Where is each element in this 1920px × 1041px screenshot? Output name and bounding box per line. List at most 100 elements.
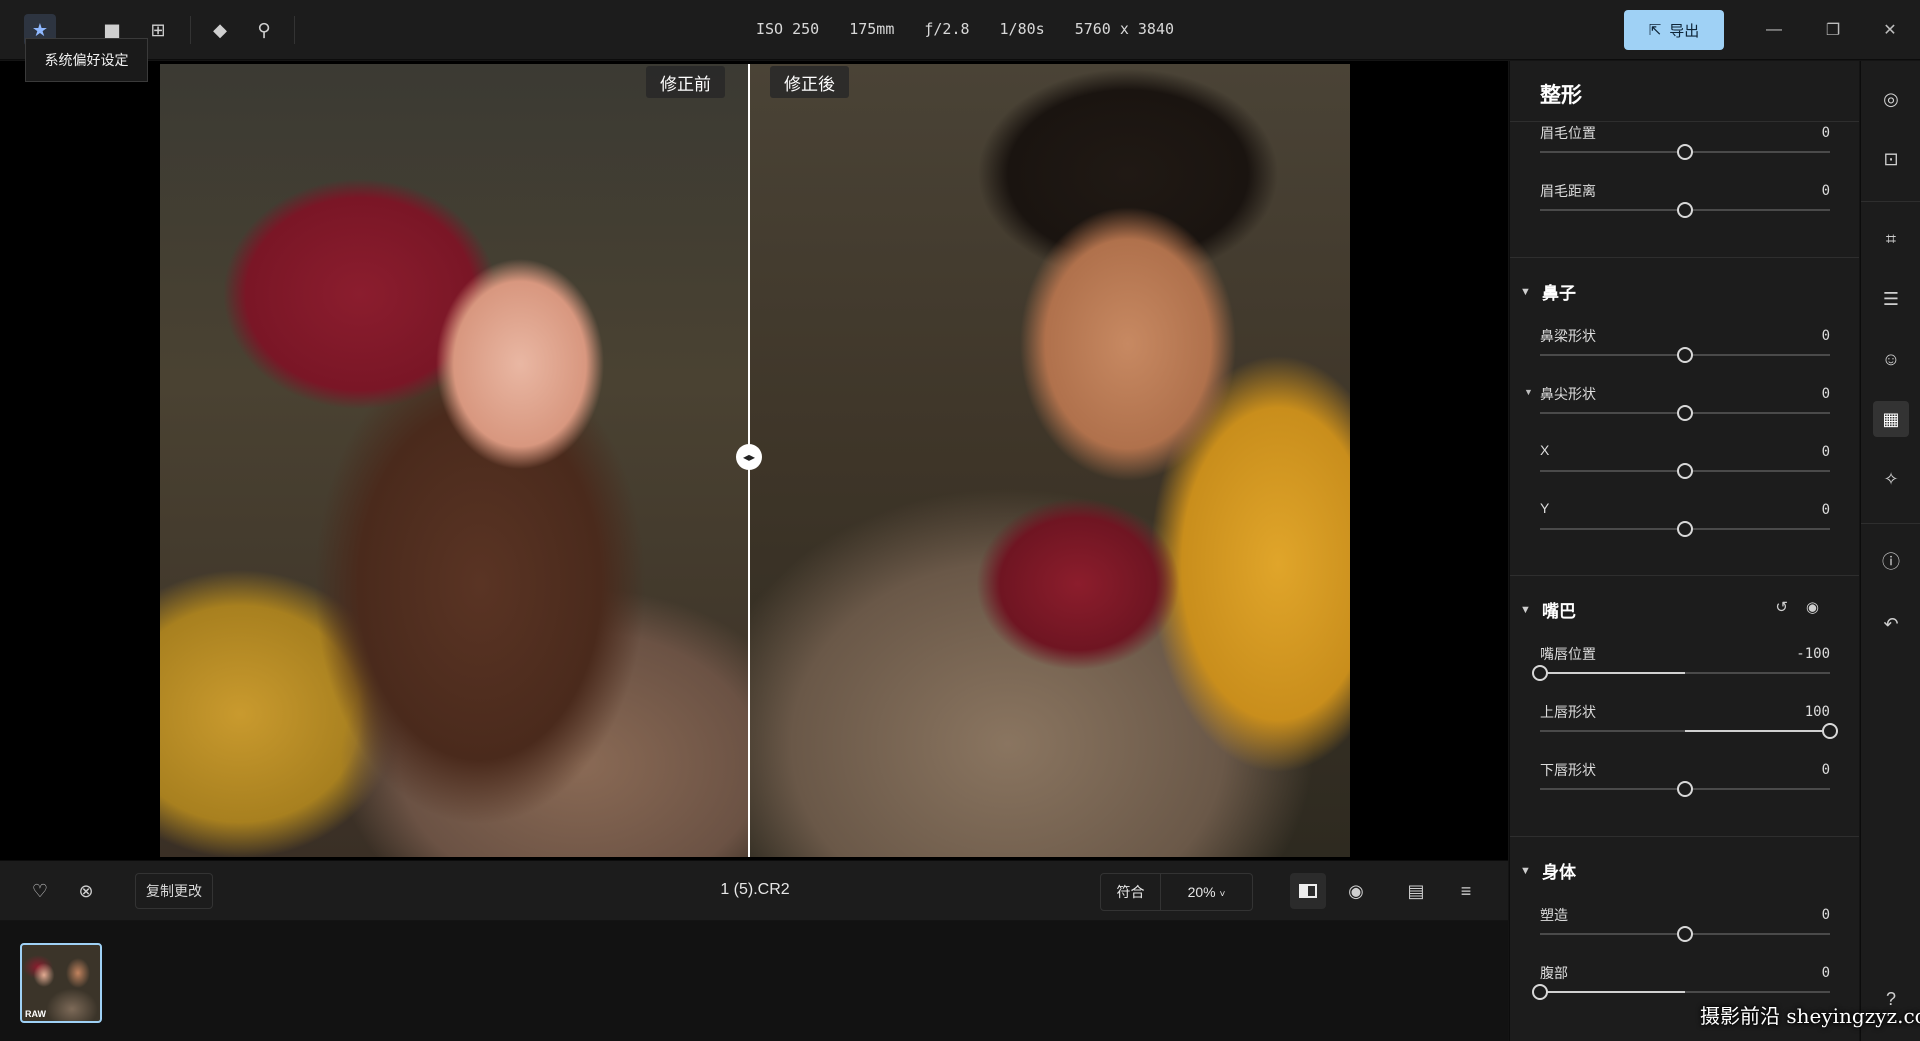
toolbar-divider — [294, 16, 295, 44]
panel-divider — [1510, 257, 1859, 258]
slider-value: 100 — [1804, 704, 1830, 720]
export-button[interactable]: ⇱ 导出 — [1624, 10, 1724, 50]
slider-knob[interactable] — [1532, 984, 1548, 1000]
eraser-icon[interactable]: ◆ — [204, 14, 236, 46]
slider-nose-bridge[interactable]: 鼻梁形状 0 — [1540, 326, 1830, 378]
slider-knob[interactable] — [1677, 781, 1693, 797]
bottom-toolbar: ♡ ⊗ 复制更改 1 (5).CR2 符合 20% ˅ ◉ ▤ ≡ — [0, 860, 1508, 920]
minimize-icon[interactable]: — — [1756, 14, 1792, 46]
after-image — [748, 64, 1350, 857]
slider-knob[interactable] — [1677, 405, 1693, 421]
reshape-grid-icon[interactable]: ▦ — [1873, 401, 1909, 437]
thumbnail[interactable]: RAW — [20, 943, 102, 1023]
reset-icon[interactable]: ↺ — [1775, 598, 1788, 616]
slider-knob[interactable] — [1677, 202, 1693, 218]
caret-down-icon: ▼ — [1520, 864, 1531, 877]
slider-label: 上唇形状 — [1540, 704, 1596, 720]
section-title: 鼻子 — [1542, 284, 1576, 303]
filmstrip-icon[interactable]: ▤ — [1400, 875, 1432, 907]
exif-focal-length: 175mm — [849, 20, 895, 38]
slider-value: 0 — [1821, 907, 1830, 923]
slider-label: 鼻梁形状 — [1540, 328, 1596, 344]
slider-value: 0 — [1821, 328, 1830, 344]
section-title: 身体 — [1542, 863, 1576, 882]
before-label: 修正前 — [646, 66, 725, 98]
slider-knob[interactable] — [1822, 723, 1838, 739]
slider-value: 0 — [1821, 502, 1830, 518]
ai-select-icon[interactable]: ⊡ — [1873, 141, 1909, 177]
zoom-value: 20% — [1187, 884, 1216, 900]
panel-title: 整形 — [1540, 84, 1582, 107]
slider-nose-y[interactable]: Y 0 — [1540, 500, 1830, 552]
image-viewport[interactable]: ◂▸ 修正前 修正後 — [0, 61, 1508, 860]
slider-label: 眉毛位置 — [1540, 125, 1596, 141]
slider-value: 0 — [1821, 965, 1830, 981]
slider-nose-x[interactable]: X 0 — [1540, 442, 1830, 494]
fit-button[interactable]: 符合 — [1101, 874, 1161, 910]
slider-upper-lip[interactable]: 上唇形状 100 — [1540, 702, 1838, 754]
slider-label: 腹部 — [1540, 965, 1568, 981]
tool-strip: ◎ ⊡ ⌗ ☰ ☺ ▦ ✧ ⓘ ↶ ? — [1860, 61, 1920, 1041]
slider-value: 0 — [1821, 386, 1830, 402]
eye-icon[interactable]: ◉ — [1340, 875, 1372, 907]
slider-label: 塑造 — [1540, 907, 1568, 923]
tool-strip-divider — [1861, 523, 1920, 524]
slider-eyebrow-position[interactable]: 眉毛位置 0 — [1540, 123, 1830, 175]
reject-icon[interactable]: ⊗ — [70, 875, 102, 907]
slider-knob[interactable] — [1677, 347, 1693, 363]
section-mouth-header[interactable]: ▼ 嘴巴 — [1520, 597, 1576, 622]
slider-value: 0 — [1821, 125, 1830, 141]
close-icon[interactable]: ✕ — [1872, 14, 1908, 46]
slider-lip-position[interactable]: 嘴唇位置 -100 — [1532, 644, 1830, 696]
restore-icon[interactable]: ❐ — [1815, 14, 1851, 46]
split-compare-icon[interactable] — [1290, 873, 1326, 909]
slider-knob[interactable] — [1677, 926, 1693, 942]
slider-knob[interactable] — [1677, 463, 1693, 479]
slider-label: 嘴唇位置 — [1540, 646, 1596, 662]
presets-icon[interactable]: ◎ — [1873, 81, 1909, 117]
sort-icon[interactable]: ≡ — [1450, 875, 1482, 907]
caret-down-icon[interactable]: ▼ — [1524, 387, 1533, 397]
slider-eyebrow-distance[interactable]: 眉毛距离 0 — [1540, 181, 1830, 233]
slider-shape[interactable]: 塑造 0 — [1540, 905, 1830, 957]
exif-iso: ISO 250 — [756, 20, 820, 38]
slider-lower-lip[interactable]: 下唇形状 0 — [1540, 760, 1830, 812]
slider-value: -100 — [1796, 646, 1830, 662]
top-toolbar: ★ ▆ ⊞ ◆ ⚲ ISO 250 175mm ƒ/2.8 1/80s 5760… — [0, 0, 1920, 60]
slider-value: 0 — [1821, 444, 1830, 460]
history-undo-icon[interactable]: ↶ — [1873, 606, 1909, 642]
photo-canvas[interactable]: ◂▸ 修正前 修正後 — [160, 64, 1350, 857]
visibility-eye-icon[interactable]: ◉ — [1806, 598, 1819, 616]
exif-shutter: 1/80s — [999, 20, 1045, 38]
raw-badge: RAW — [25, 1009, 46, 1019]
section-nose-header[interactable]: ▼ 鼻子 — [1520, 279, 1576, 304]
slider-knob[interactable] — [1677, 521, 1693, 537]
export-label: 导出 — [1669, 22, 1700, 40]
divider-drag-handle-icon[interactable]: ◂▸ — [736, 444, 762, 470]
exif-dimensions: 5760 x 3840 — [1074, 20, 1175, 38]
panel-divider — [1510, 575, 1859, 576]
portrait-face-icon[interactable]: ☺ — [1873, 341, 1909, 377]
section-body-header[interactable]: ▼ 身体 — [1520, 858, 1576, 883]
preferences-tooltip: 系统偏好设定 — [25, 38, 148, 82]
adjust-sliders-icon[interactable]: ☰ — [1873, 281, 1909, 317]
zoom-icon[interactable]: ⚲ — [248, 14, 280, 46]
slider-label: 眉毛距离 — [1540, 183, 1596, 199]
zoom-control: 符合 20% ˅ — [1100, 873, 1253, 911]
slider-knob[interactable] — [1677, 144, 1693, 160]
heart-icon[interactable]: ♡ — [24, 875, 56, 907]
watermark: 摄影前沿 sheyingzyz.com — [1700, 1004, 1920, 1028]
slider-knob[interactable] — [1532, 665, 1548, 681]
info-icon[interactable]: ⓘ — [1873, 543, 1909, 579]
copy-changes-button[interactable]: 复制更改 — [135, 873, 213, 909]
slider-label: 下唇形状 — [1540, 762, 1596, 778]
adjustment-panel: 整形 眉毛位置 0 眉毛距离 0 ▼ 鼻子 鼻梁形状 0 ▼ 鼻尖形状 0 X … — [1509, 61, 1859, 1041]
zoom-dropdown[interactable]: 20% ˅ — [1161, 884, 1252, 900]
slider-nose-tip[interactable]: ▼ 鼻尖形状 0 — [1524, 384, 1830, 436]
effects-sparkle-icon[interactable]: ✧ — [1873, 461, 1909, 497]
panel-divider — [1510, 836, 1859, 837]
crop-icon[interactable]: ⌗ — [1873, 221, 1909, 257]
filmstrip: RAW — [0, 921, 1508, 1041]
section-title: 嘴巴 — [1542, 602, 1576, 621]
slider-fill — [1685, 730, 1830, 732]
